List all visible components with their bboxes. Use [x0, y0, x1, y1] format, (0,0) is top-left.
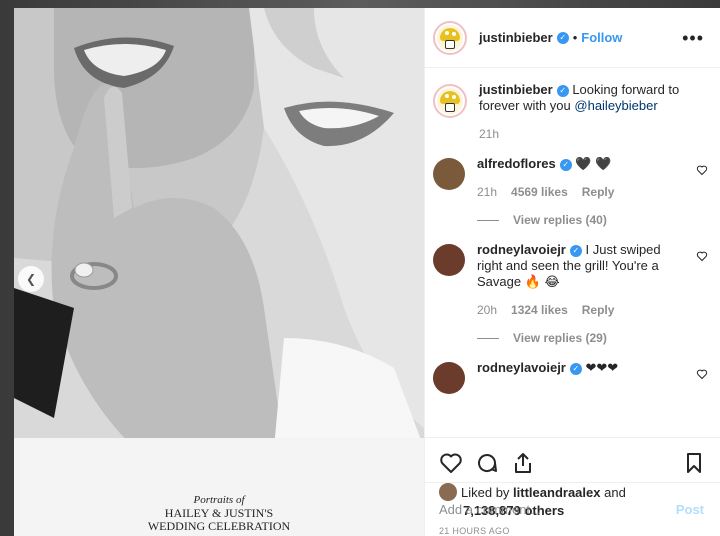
- caption-meta: 21h: [479, 126, 688, 142]
- reply-button[interactable]: Reply: [582, 184, 615, 200]
- comment-text: ❤❤❤: [585, 360, 619, 375]
- comment-meta: 21h 4569 likes Reply: [477, 184, 688, 200]
- photo-printed-caption: Portraits of HAILEY & JUSTIN'S WEDDING C…: [134, 494, 304, 533]
- action-bar: [425, 437, 720, 479]
- verified-badge-icon: ✓: [556, 84, 569, 97]
- comment-row: rodneylavoiejr ✓ ❤❤❤: [433, 360, 708, 394]
- mushroom-avatar-icon: [437, 24, 463, 51]
- more-options-icon[interactable]: •••: [682, 29, 704, 47]
- comment-body: rodneylavoiejr ✓ ❤❤❤: [477, 360, 704, 376]
- follow-button[interactable]: Follow: [581, 30, 622, 45]
- add-comment-bar: Post: [425, 482, 720, 536]
- post-photo[interactable]: ❮ Portraits of HAILEY & JUSTIN'S WEDDING…: [14, 8, 424, 536]
- replies-line: [477, 337, 499, 339]
- previous-photo-button[interactable]: ❮: [18, 266, 44, 292]
- comment-time[interactable]: 21h: [477, 184, 497, 200]
- comment-likes[interactable]: 1324 likes: [511, 302, 568, 318]
- caption-body: justinbieber ✓ Looking forward to forever…: [479, 82, 704, 142]
- comment-body: rodneylavoiejr ✓ I Just swiped right and …: [477, 242, 704, 346]
- post-comment-button[interactable]: Post: [676, 502, 704, 517]
- like-comment-heart-icon[interactable]: [696, 250, 708, 262]
- comment-row: rodneylavoiejr ✓ I Just swiped right and …: [433, 242, 708, 346]
- comment-time[interactable]: 20h: [477, 302, 497, 318]
- separator-dot: •: [572, 30, 578, 45]
- wedding-photo-image: [14, 8, 424, 536]
- caption-avatar[interactable]: [433, 84, 467, 118]
- comments-list[interactable]: justinbieber ✓ Looking forward to forever…: [425, 68, 720, 437]
- chevron-left-icon: ❮: [25, 272, 37, 286]
- commenter-avatar[interactable]: [433, 362, 465, 394]
- view-replies-label: View replies (29): [513, 331, 607, 345]
- verified-badge-icon: ✓: [556, 31, 569, 44]
- replies-line: [477, 219, 499, 221]
- share-upload-icon[interactable]: [511, 451, 535, 475]
- comment-input[interactable]: [439, 502, 676, 517]
- comment-likes[interactable]: 4569 likes: [511, 184, 568, 200]
- caption-row: justinbieber ✓ Looking forward to forever…: [433, 82, 704, 142]
- author-avatar[interactable]: [433, 20, 467, 55]
- author-username[interactable]: justinbieber: [479, 30, 553, 45]
- like-comment-heart-icon[interactable]: [696, 368, 708, 380]
- bookmark-icon[interactable]: [682, 451, 706, 475]
- commenter-avatar[interactable]: [433, 158, 465, 190]
- comment-username[interactable]: rodneylavoiejr: [477, 242, 566, 257]
- view-replies-button[interactable]: View replies (40): [477, 212, 688, 228]
- view-replies-button[interactable]: View replies (29): [477, 330, 688, 346]
- like-heart-icon[interactable]: [439, 451, 463, 475]
- comment-bubble-icon[interactable]: [475, 451, 499, 475]
- caption-time[interactable]: 21h: [479, 126, 499, 142]
- like-comment-heart-icon[interactable]: [696, 164, 708, 176]
- mushroom-avatar-icon: [437, 88, 463, 114]
- comment-username[interactable]: rodneylavoiejr: [477, 360, 566, 375]
- post-header: justinbieber ✓ • Follow •••: [425, 8, 720, 68]
- caption-mention-link[interactable]: @haileybieber: [574, 98, 657, 113]
- verified-badge-icon: ✓: [569, 362, 582, 375]
- verified-badge-icon: ✓: [569, 244, 582, 257]
- post-modal: ❮ Portraits of HAILEY & JUSTIN'S WEDDING…: [14, 8, 720, 536]
- comment-body: alfredoflores ✓ 🖤 🖤 21h 4569 likes Reply …: [477, 156, 704, 228]
- commenter-avatar[interactable]: [433, 244, 465, 276]
- comment-text: 🖤 🖤: [575, 156, 612, 171]
- verified-badge-icon: ✓: [559, 158, 572, 171]
- comment-meta: 20h 1324 likes Reply: [477, 302, 688, 318]
- comment-row: alfredoflores ✓ 🖤 🖤 21h 4569 likes Reply …: [433, 156, 708, 228]
- comment-username[interactable]: alfredoflores: [477, 156, 556, 171]
- print-line-3: WEDDING CELEBRATION: [147, 519, 291, 533]
- post-side-panel: justinbieber ✓ • Follow ••• justinbieber…: [424, 8, 720, 536]
- view-replies-label: View replies (40): [513, 213, 607, 227]
- reply-button[interactable]: Reply: [582, 302, 615, 318]
- caption-username[interactable]: justinbieber: [479, 82, 553, 97]
